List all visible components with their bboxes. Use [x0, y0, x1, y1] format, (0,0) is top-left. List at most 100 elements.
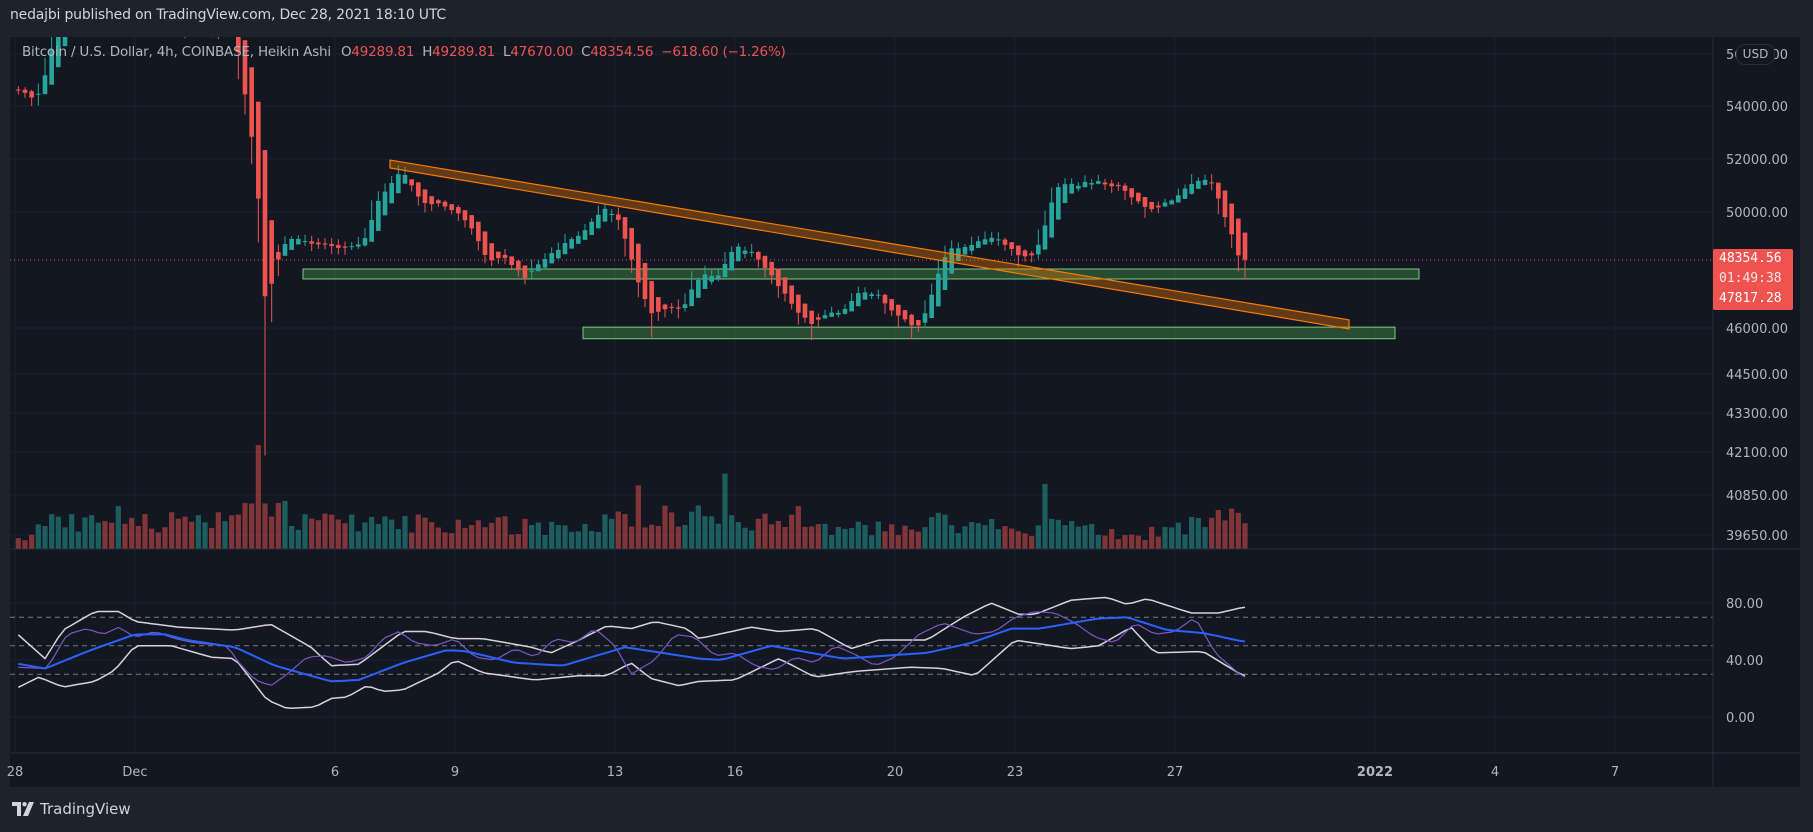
volume-bar	[649, 524, 655, 549]
candle-body	[1242, 232, 1248, 260]
candle-body	[489, 243, 494, 261]
candle-body	[396, 174, 401, 194]
time-tick-label: 23	[1007, 765, 1024, 780]
volume-bar	[295, 529, 301, 549]
volume-bar	[642, 527, 648, 549]
volume-bar	[842, 528, 848, 549]
volume-bar	[695, 505, 701, 549]
candle-body	[336, 245, 341, 248]
symbol-legend: Bitcoin / U.S. Dollar, 4h, COINBASE, Hei…	[22, 44, 794, 60]
volume-bar	[142, 514, 148, 549]
volume-bar	[195, 515, 201, 549]
volume-bar	[1055, 519, 1061, 549]
volume-bar	[829, 535, 835, 549]
volume-bar	[29, 534, 35, 549]
volume-bar	[509, 534, 515, 549]
candle-body	[802, 303, 808, 318]
candle	[696, 277, 701, 298]
candle-body	[816, 317, 821, 320]
volume-bar	[582, 523, 588, 549]
candle-body	[256, 101, 261, 199]
volume-bar	[215, 512, 221, 549]
volume-bar	[1202, 527, 1208, 549]
candle-body	[209, 28, 214, 30]
candle-body	[176, 23, 181, 26]
volume-bar	[522, 518, 528, 549]
candle-body	[942, 257, 948, 291]
candle-body	[662, 304, 668, 310]
candle-body	[1029, 253, 1034, 256]
volume-bar	[355, 531, 361, 549]
volume-bar	[409, 532, 415, 549]
volume-bar	[395, 529, 401, 549]
candle-body	[216, 29, 221, 31]
volume-bar	[122, 523, 128, 549]
candle-body	[16, 89, 21, 91]
volume-bar	[455, 519, 461, 549]
price-tick-label: 52000.00	[1726, 153, 1788, 168]
volume-bar	[55, 516, 61, 549]
candle-body	[1022, 250, 1028, 257]
candle-body	[596, 214, 601, 229]
currency-badge[interactable]: USD	[1736, 44, 1775, 65]
chart-canvas[interactable]: 56000.0054000.0052000.0050000.0046000.00…	[0, 0, 1813, 832]
price-tick-label: 43300.00	[1726, 407, 1788, 422]
support-zone[interactable]	[302, 268, 1420, 280]
candle-body	[1109, 183, 1114, 187]
volume-bar	[882, 531, 888, 549]
volume-bar	[869, 535, 875, 549]
support-zone[interactable]	[582, 326, 1396, 340]
volume-bar	[235, 514, 241, 549]
tradingview-brand[interactable]: TradingView	[12, 800, 131, 818]
volume-bar	[562, 525, 568, 549]
candle	[189, 26, 194, 35]
volume-bar	[855, 521, 861, 549]
candle-body	[269, 220, 274, 284]
candle-body	[496, 251, 501, 259]
price-tick-label: 40850.00	[1726, 489, 1788, 504]
candle-body	[556, 249, 561, 259]
volume-bar	[402, 516, 408, 549]
volume-bar	[1049, 518, 1055, 549]
candle-body	[762, 255, 768, 268]
volume-bar	[1122, 535, 1128, 549]
candle-body	[1182, 188, 1188, 199]
volume-bar	[282, 500, 288, 549]
candle-body	[896, 304, 901, 316]
volume-bar	[255, 445, 261, 549]
candle-body	[669, 306, 674, 308]
candle-body	[842, 308, 848, 314]
publish-info: nedajbi published on TradingView.com, De…	[10, 7, 446, 23]
candle-body	[702, 274, 708, 289]
candle-body	[1189, 183, 1194, 194]
candle-body	[349, 246, 354, 248]
volume-bar	[155, 532, 161, 549]
volume-bar	[542, 534, 548, 549]
candle-body	[609, 213, 614, 216]
volume-bar	[535, 522, 541, 549]
volume-bar	[662, 505, 668, 549]
volume-bar	[242, 503, 248, 549]
volume-bar	[789, 514, 795, 549]
candle-body	[676, 307, 681, 309]
candle-body	[302, 241, 308, 243]
volume-bar	[822, 523, 828, 549]
volume-bar	[782, 526, 788, 549]
candle-body	[282, 244, 288, 256]
volume-bar	[729, 515, 735, 549]
brand-name: TradingView	[40, 800, 131, 818]
candle	[1056, 183, 1061, 220]
volume-bar	[835, 526, 841, 549]
symbol-title[interactable]: Bitcoin / U.S. Dollar, 4h, COINBASE, Hei…	[22, 44, 331, 60]
candle-body	[1136, 192, 1141, 202]
volume-bar	[429, 522, 435, 549]
volume-bar	[62, 527, 68, 549]
volume-bar	[1102, 535, 1108, 549]
candle-body	[223, 27, 228, 30]
volume-bar	[589, 531, 595, 549]
volume-bar	[555, 525, 561, 549]
candle-body	[296, 238, 301, 245]
candle-body	[536, 264, 541, 272]
volume-bar	[949, 525, 955, 549]
candle-body	[976, 241, 981, 248]
